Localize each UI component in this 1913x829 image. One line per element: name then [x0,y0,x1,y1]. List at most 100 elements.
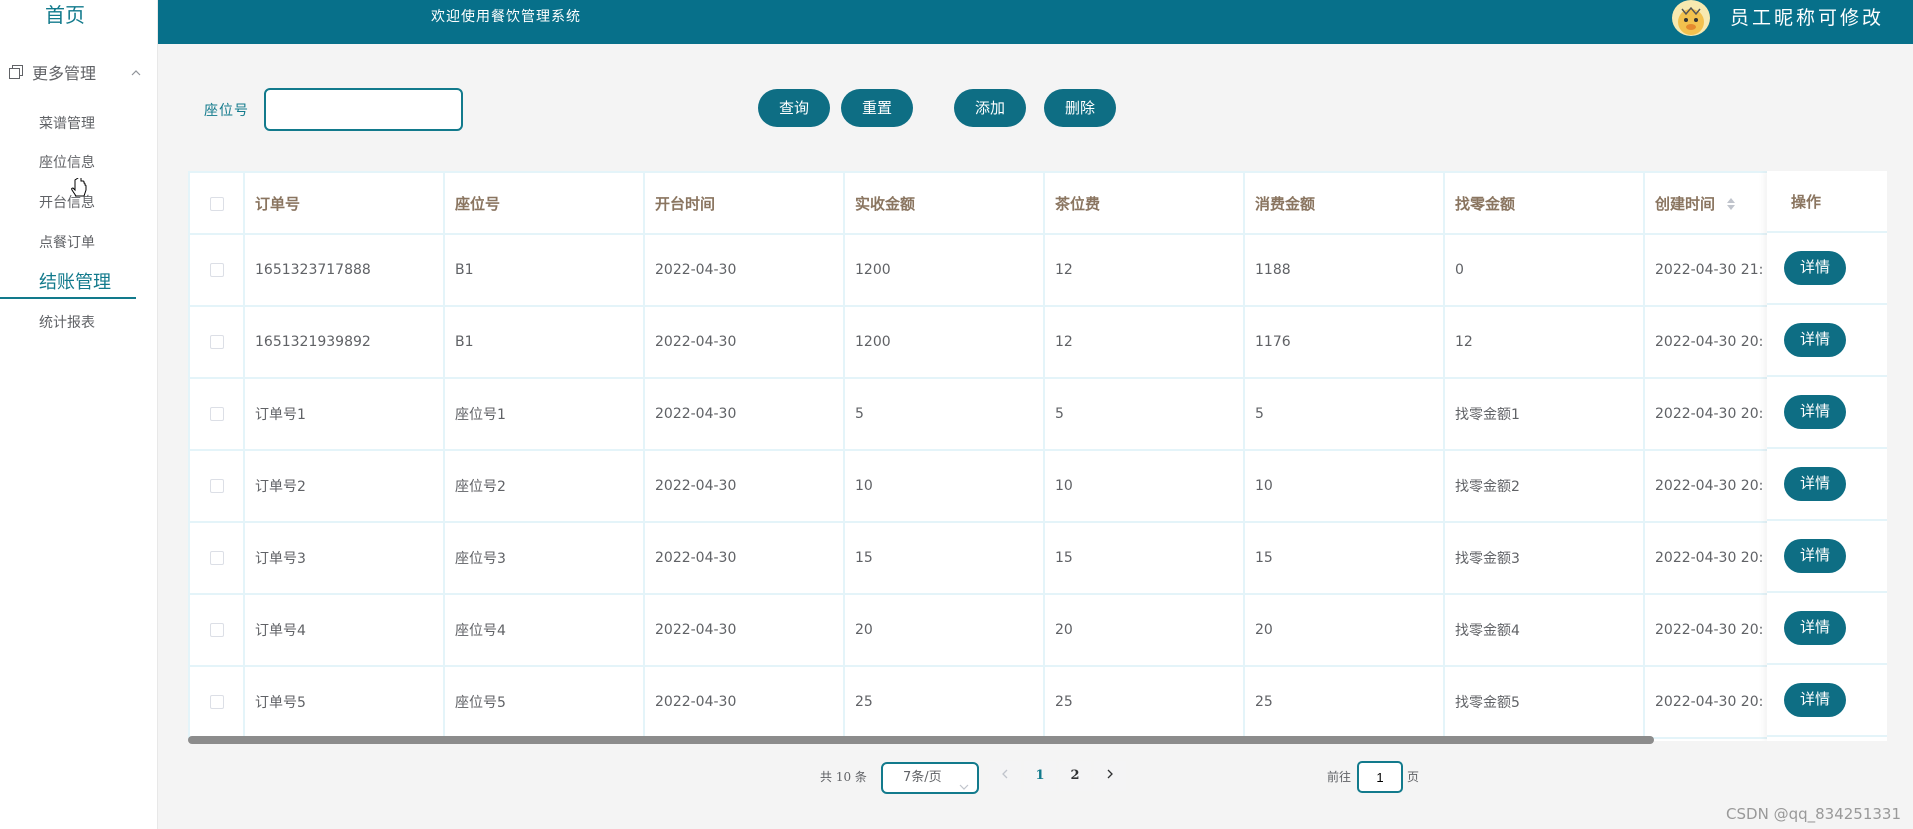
avatar[interactable] [1672,0,1710,36]
sidebar-item-checkout[interactable]: 结账管理 [39,270,111,296]
page-size-select[interactable]: 7条/页 [881,762,979,794]
cell-change: 12 [1443,305,1645,379]
cell-tea-fee: 25 [1043,665,1245,739]
cell-order-no: 订单号4 [243,593,445,667]
row-select-cell[interactable] [188,233,245,307]
cell-tea-fee: 12 [1043,305,1245,379]
cell-seat-no: 座位号2 [443,449,645,523]
op-cell: 详情 [1767,665,1887,737]
cell-change: 找零金额5 [1443,665,1645,739]
table-row[interactable]: 1651321939892 B1 2022-04-30 1200 12 1176 12 202… [188,305,1887,379]
cell-order-no: 订单号3 [243,521,445,595]
detail-button[interactable]: 详情 [1784,395,1846,429]
row-checkbox[interactable] [209,407,224,421]
cell-order-no: 订单号5 [243,665,445,739]
col-created-label: 创建时间 [1655,194,1716,213]
horizontal-scrollbar[interactable] [188,736,1654,744]
cell-change: 0 [1443,233,1645,307]
main-content: 座位号 查询 重置 添加 删除 订单号 座位号 开台时间 实收金额 茶位费 消费… [165,44,1913,810]
cell-spend: 15 [1243,521,1445,595]
cell-seat-no: 座位号4 [443,593,645,667]
select-all-cell[interactable] [188,171,245,235]
seat-search-label: 座位号 [204,103,249,119]
row-select-cell[interactable] [188,665,245,739]
table-row[interactable]: 订单号3 座位号3 2022-04-30 15 15 15 找零金额3 2022-04-30 … [188,521,1887,595]
cell-tea-fee: 15 [1043,521,1245,595]
home-link[interactable]: 首页 [0,0,130,30]
cell-seat-no: 座位号3 [443,521,645,595]
cell-order-no: 订单号1 [243,377,445,451]
table-row[interactable]: 订单号1 座位号1 2022-04-30 5 5 5 找零金额1 2022-04-30 20: [188,377,1887,451]
chevron-right-icon [1107,769,1113,779]
more-management-group[interactable]: 更多管理 [8,60,148,84]
row-select-cell[interactable] [188,305,245,379]
row-checkbox[interactable] [209,263,224,277]
cell-change: 找零金额4 [1443,593,1645,667]
add-button[interactable]: 添加 [954,89,1026,127]
row-select-cell[interactable] [188,449,245,523]
page-size-value: 7条/页 [903,770,942,785]
row-checkbox[interactable] [209,335,224,349]
delete-button[interactable]: 删除 [1044,89,1116,127]
cell-open-time: 2022-04-30 [643,593,845,667]
next-page-button[interactable] [1094,761,1126,791]
cell-received: 20 [843,593,1045,667]
table-row[interactable]: 1651323717888 B1 2022-04-30 1200 12 1188 0 2022… [188,233,1887,307]
goto-page-input[interactable] [1357,761,1403,793]
cell-open-time: 2022-04-30 [643,305,845,379]
col-open-time: 开台时间 [643,171,845,235]
detail-button[interactable]: 详情 [1784,251,1846,285]
cell-received: 10 [843,449,1045,523]
detail-button[interactable]: 详情 [1784,611,1846,645]
cell-seat-no: 座位号1 [443,377,645,451]
detail-button[interactable]: 详情 [1784,539,1846,573]
table-header-row: 订单号 座位号 开台时间 实收金额 茶位费 消费金额 找零金额 创建时间 [188,171,1887,235]
cell-tea-fee: 10 [1043,449,1245,523]
detail-button[interactable]: 详情 [1784,683,1846,717]
row-checkbox[interactable] [209,695,224,709]
sidebar-item-seat-info[interactable]: 座位信息 [39,153,95,173]
row-select-cell[interactable] [188,377,245,451]
cell-spend: 5 [1243,377,1445,451]
row-checkbox[interactable] [209,551,224,565]
query-button[interactable]: 查询 [758,89,830,127]
col-seat-no: 座位号 [443,171,645,235]
op-header: 操作 [1767,171,1887,233]
row-checkbox[interactable] [209,479,224,493]
sidebar-item-menu[interactable]: 菜谱管理 [39,114,95,134]
sidebar-item-reports[interactable]: 统计报表 [39,313,95,333]
detail-button[interactable]: 详情 [1784,323,1846,357]
prev-page-button[interactable] [989,761,1021,791]
row-select-cell[interactable] [188,521,245,595]
chevron-left-icon [1002,769,1008,779]
reset-button[interactable]: 重置 [841,89,913,127]
page-2-button[interactable]: 2 [1059,761,1091,791]
cell-spend: 10 [1243,449,1445,523]
table-row[interactable]: 订单号2 座位号2 2022-04-30 10 10 10 找零金额2 2022-04-30 … [188,449,1887,523]
sidebar: 首页 更多管理 菜谱管理 座位信息 开台信息 点餐订单 结账管理 统计报表 [0,0,158,829]
sidebar-item-orders[interactable]: 点餐订单 [39,233,95,253]
cell-received: 15 [843,521,1045,595]
row-checkbox[interactable] [209,623,224,637]
cell-seat-no: B1 [443,233,645,307]
user-nickname[interactable]: 员工昵称可修改 [1730,3,1884,30]
cell-open-time: 2022-04-30 [643,377,845,451]
cell-order-no: 1651323717888 [243,233,445,307]
group-label: 更多管理 [32,64,97,83]
cell-spend: 1188 [1243,233,1445,307]
orders-table: 订单号 座位号 开台时间 实收金额 茶位费 消费金额 找零金额 创建时间 165… [188,171,1887,741]
sort-icon[interactable] [1726,197,1736,211]
seat-search-input[interactable] [264,88,463,131]
cell-seat-no: B1 [443,305,645,379]
top-header: 欢迎使用餐饮管理系统 员工昵称可修改 [158,0,1913,44]
cell-tea-fee: 20 [1043,593,1245,667]
row-select-cell[interactable] [188,593,245,667]
table-row[interactable]: 订单号4 座位号4 2022-04-30 20 20 20 找零金额4 2022-04-30 … [188,593,1887,667]
page-1-button[interactable]: 1 [1024,761,1056,791]
select-all-checkbox[interactable] [209,196,224,211]
page-unit-label: 页 [1407,770,1420,784]
table-row[interactable]: 订单号5 座位号5 2022-04-30 25 25 25 找零金额5 2022-04-30 … [188,665,1887,739]
detail-button[interactable]: 详情 [1784,467,1846,501]
cell-order-no: 1651321939892 [243,305,445,379]
cell-open-time: 2022-04-30 [643,449,845,523]
